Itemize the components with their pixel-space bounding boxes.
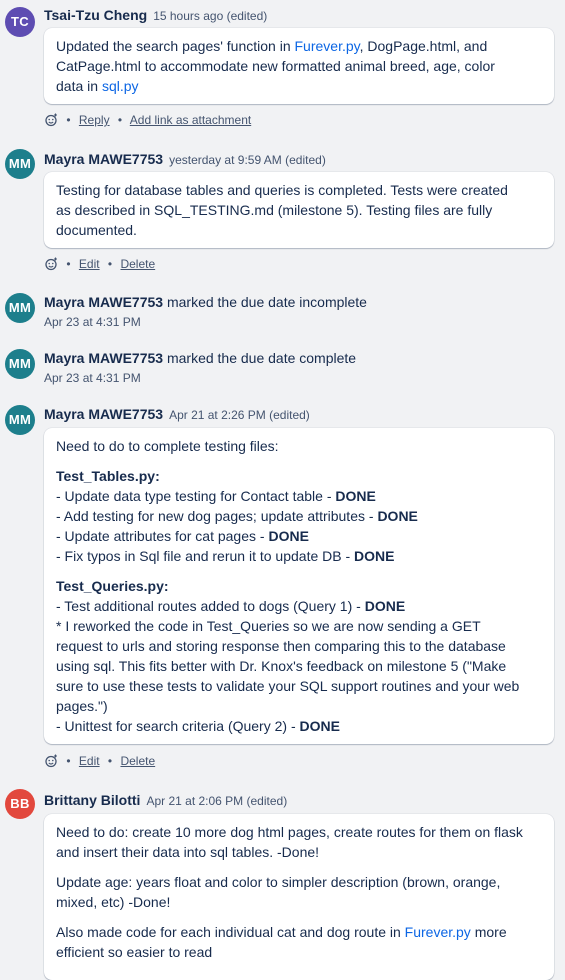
activity-header: Mayra MAWE7753 marked the due date compl… — [44, 349, 356, 367]
activity-text: marked the due date complete — [166, 350, 357, 366]
add-reaction-icon[interactable] — [44, 113, 58, 127]
author-name[interactable]: Brittany Bilotti — [44, 792, 140, 808]
done-label: DONE — [299, 718, 340, 734]
separator-dot: • — [107, 257, 113, 271]
activity-header: Mayra MAWE7753 marked the due date incom… — [44, 293, 367, 311]
author-name[interactable]: Mayra MAWE7753 — [44, 350, 163, 366]
task-item: - Update attributes for cat pages - — [56, 528, 269, 544]
delete-link[interactable]: Delete — [120, 257, 155, 271]
comment-timestamp[interactable]: Apr 21 at 2:26 PM (edited) — [169, 408, 310, 422]
task-item: - Fix typos in Sql file and rerun it to … — [56, 548, 355, 564]
author-name[interactable]: Mayra MAWE7753 — [44, 294, 163, 310]
note-text: using sql. This fits better with Dr. Kno… — [56, 658, 507, 674]
add-link-attachment-link[interactable]: Add link as attachment — [130, 113, 251, 127]
comment-header: Tsai-Tzu Cheng 15 hours ago (edited) — [44, 6, 267, 25]
comment-body: Updated the search pages' function in Fu… — [44, 28, 554, 104]
comment-text: efficient so easier to read — [56, 944, 213, 960]
comment-text: and insert their data into sql tables. -… — [56, 844, 320, 860]
comment-header: Mayra MAWE7753 yesterday at 9:59 AM (edit… — [44, 150, 326, 169]
comment-text: Need to do to complete testing files: — [56, 438, 279, 454]
task-item: - Test additional routes added to dogs (… — [56, 598, 365, 614]
note-text: * I reworked the code in Test_Queries so… — [56, 618, 481, 634]
comment-text: as described in SQL_TESTING.md (mileston… — [56, 202, 493, 218]
comment-body: Testing for database tables and queries … — [44, 172, 554, 248]
comment-timestamp[interactable]: 15 hours ago (edited) — [153, 9, 267, 23]
done-label: DONE — [364, 598, 406, 614]
comment-link[interactable]: sql.py — [102, 78, 139, 94]
comment-text: Testing for database tables and queries … — [56, 182, 508, 198]
task-item: - Unittest for search criteria (Query 2)… — [56, 718, 300, 734]
author-name[interactable]: Mayra MAWE7753 — [44, 406, 163, 422]
add-reaction-icon[interactable] — [44, 257, 58, 271]
avatar[interactable]: MM — [5, 149, 35, 179]
comment-actions: • Edit • Delete — [44, 256, 155, 272]
comment-text: CatPage.html to accommodate new formatte… — [56, 58, 495, 74]
separator-dot: • — [66, 257, 71, 271]
delete-link[interactable]: Delete — [120, 754, 155, 768]
comment-actions: • Reply • Add link as attachment — [44, 112, 251, 128]
comment-actions: • Edit • Delete — [44, 753, 155, 769]
done-label: DONE — [354, 548, 395, 564]
comment-text: mixed, etc) -Done! — [56, 894, 171, 910]
comment-timestamp[interactable]: Apr 21 at 2:06 PM (edited) — [146, 794, 287, 808]
comment-text: more — [470, 924, 507, 940]
edit-link[interactable]: Edit — [79, 257, 100, 271]
comment-link[interactable]: Furever.py — [405, 924, 471, 940]
avatar[interactable]: MM — [5, 293, 35, 323]
comment-text: Also made code for each individual cat a… — [56, 924, 405, 940]
edit-link[interactable]: Edit — [79, 754, 100, 768]
separator-dot: • — [66, 754, 71, 768]
reply-link[interactable]: Reply — [79, 113, 110, 127]
note-text: request to urls and storing response the… — [56, 638, 506, 654]
comment-header: Brittany Bilotti Apr 21 at 2:06 PM (edite… — [44, 791, 287, 810]
activity-timestamp[interactable]: Apr 23 at 4:31 PM — [44, 314, 141, 330]
activity-text: marked the due date incomplete — [166, 294, 367, 310]
comment-text: documented. — [56, 222, 137, 238]
author-name[interactable]: Mayra MAWE7753 — [44, 151, 163, 167]
comment-text: Updated the search pages' function in — [56, 38, 295, 54]
comment-body: Need to do: create 10 more dog html page… — [44, 814, 554, 980]
separator-dot: • — [117, 113, 123, 127]
activity-timestamp[interactable]: Apr 23 at 4:31 PM — [44, 370, 141, 386]
avatar[interactable]: BB — [5, 789, 35, 819]
comment-body: Need to do to complete testing files: Te… — [44, 428, 554, 744]
comment-link[interactable]: Furever.py — [295, 38, 360, 54]
avatar[interactable]: TC — [5, 7, 35, 37]
note-text: pages.") — [56, 698, 108, 714]
done-label: DONE — [268, 528, 309, 544]
comment-text: , DogPage.html, and — [359, 38, 488, 54]
comment-timestamp[interactable]: yesterday at 9:59 AM (edited) — [169, 153, 326, 167]
section-heading: Test_Queries.py: — [56, 578, 169, 594]
section-heading: Test_Tables.py: — [56, 468, 160, 484]
comment-header: Mayra MAWE7753 Apr 21 at 2:26 PM (edited) — [44, 405, 310, 424]
task-item: - Add testing for new dog pages; update … — [56, 508, 378, 524]
add-reaction-icon[interactable] — [44, 754, 58, 768]
done-label: DONE — [335, 488, 376, 504]
separator-dot: • — [66, 113, 71, 127]
done-label: DONE — [377, 508, 418, 524]
avatar[interactable]: MM — [5, 405, 35, 435]
task-item: - Update data type testing for Contact t… — [56, 488, 336, 504]
comment-text: data in — [56, 78, 102, 94]
comment-text: Need to do: create 10 more dog html page… — [56, 824, 523, 840]
author-name[interactable]: Tsai-Tzu Cheng — [44, 7, 147, 23]
note-text: sure to use these tests to validate your… — [56, 678, 520, 694]
comment-text: Update age: years float and color to sim… — [56, 874, 501, 890]
separator-dot: • — [107, 754, 113, 768]
avatar[interactable]: MM — [5, 349, 35, 379]
